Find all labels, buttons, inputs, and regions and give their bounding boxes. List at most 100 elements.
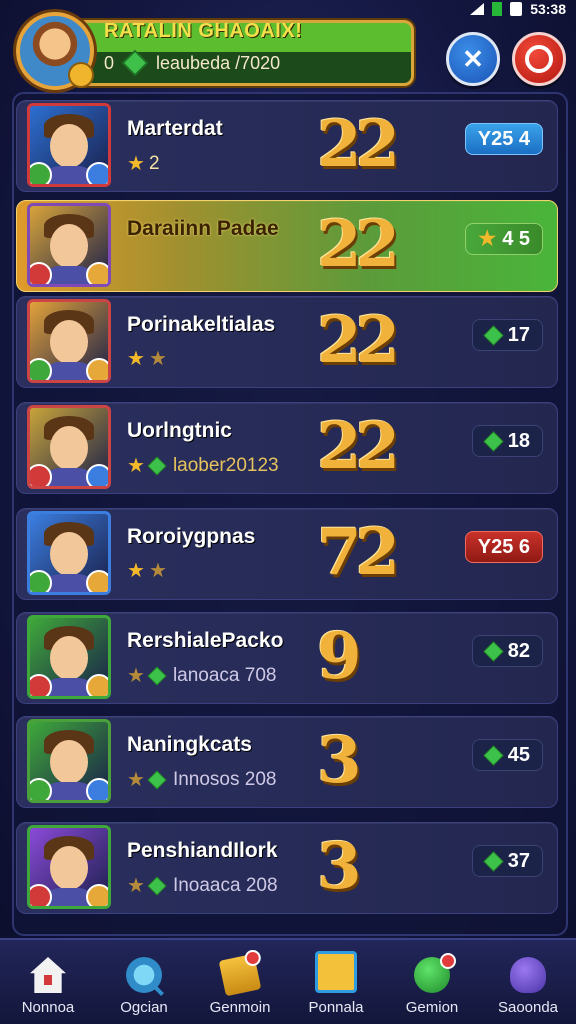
star-icon: ★ [127,875,145,897]
gem-icon [147,456,167,476]
row-score-pill[interactable]: 37 [471,845,543,877]
leaderboard-row[interactable]: Roroiygpnas ★ ★ 72 Y25 6 [16,508,558,600]
row-score-pill[interactable]: 17 [471,319,543,351]
player-portrait[interactable] [27,405,111,489]
player-avatar[interactable] [16,12,94,90]
coin-icon [68,62,94,88]
row-score-pill[interactable]: 18 [471,425,543,457]
row-score-pill[interactable]: 45 [471,739,543,771]
row-meta-text: Innosos 208 [172,769,277,790]
gem-icon [483,640,504,662]
leaderboard-row[interactable]: Daraiinn Padae 22 ★ 4 5 [16,200,558,292]
row-player-name: Uorlngtnic [127,419,232,442]
player-portrait[interactable] [27,615,111,699]
portrait-face [50,846,88,890]
portrait-face [50,740,88,784]
header-count: 0 [104,52,115,73]
nav-label: Ponnala [308,999,364,1016]
gem-icon [483,850,504,872]
element-badge-icon [86,674,108,696]
row-score: 4 5 [502,227,530,250]
element-badge-icon [86,262,108,284]
nav-item-gemion[interactable]: Gemion [384,940,480,1024]
close-button[interactable]: ✕ [446,32,500,86]
notification-dot [440,953,456,969]
portrait-icon [315,951,357,993]
chest-icon [218,948,263,997]
row-score-pill[interactable]: Y25 6 [464,531,543,563]
row-player-name: Porinakeltialas [127,313,276,336]
nav-item-saoonda[interactable]: Saoonda [480,940,576,1024]
row-score-pill[interactable]: ★ 4 5 [465,223,543,255]
row-rank: 22 [317,107,400,182]
gem-icon [147,666,167,686]
leaderboard-row[interactable]: Uorlngtnic ★ laober20123 22 18 [16,402,558,494]
row-score: 45 [507,743,530,766]
nav-item-genmoin[interactable]: Genmoin [192,940,288,1024]
class-badge-icon [30,262,52,284]
leaderboard-row[interactable]: Naningkcats ★ Innosos 208 3 45 [16,716,558,808]
header-title: RATALIN GHAOAIX! [104,20,303,42]
gem-icon [483,430,504,452]
header-subtitle: leaubeda /7020 [156,52,281,73]
row-rank: 22 [317,409,400,484]
row-meta: ★ ★ [127,349,167,369]
row-score-pill[interactable]: 82 [471,635,543,667]
gem-icon [483,744,504,766]
gem-icon [147,770,167,790]
row-star-count: 2 [148,153,160,174]
portrait-face [50,426,88,470]
row-score: Y25 6 [477,535,530,558]
row-meta: ★ Innosos 208 [127,769,276,791]
star-icon: ★ [148,348,167,370]
player-portrait[interactable] [27,203,111,287]
row-rank: 72 [317,515,400,590]
portrait-face [50,532,88,576]
class-badge-icon [30,162,52,184]
nav-item-ogcian[interactable]: Ogcian [96,940,192,1024]
leaderboard-row[interactable]: RershialePacko ★ lanoaca 708 9 82 [16,612,558,704]
header-subtitle-row: 0 leaubeda /7020 [104,49,281,77]
element-badge-icon [86,464,108,486]
star-icon: ★ [478,228,497,250]
home-icon [30,957,66,993]
row-score-pill[interactable]: Y25 4 [464,123,543,155]
notification-dot [56,957,66,969]
element-badge-icon [86,884,108,906]
social-icon [510,957,546,993]
row-rank: 22 [317,303,400,378]
star-icon: ★ [127,769,145,791]
notification-button[interactable] [512,32,566,86]
row-score: 82 [507,639,530,662]
row-player-name: Marterdat [127,117,223,140]
status-time: 53:38 [530,1,566,17]
nav-item-nonnoa[interactable]: Nonnoa [0,940,96,1024]
nav-item-ponnala[interactable]: Ponnala [288,940,384,1024]
notification-icon [525,45,553,73]
search-icon [126,957,162,993]
player-portrait[interactable] [27,511,111,595]
player-portrait[interactable] [27,299,111,383]
portrait-face [50,224,88,268]
star-icon: ★ [127,455,145,477]
leaderboard-row[interactable]: Porinakeltialas ★ ★ 22 17 [16,296,558,388]
row-meta: ★ lanoaca 708 [127,665,276,687]
player-portrait[interactable] [27,825,111,909]
row-score: Y25 4 [477,127,530,150]
status-bar: 53:38 [470,0,566,18]
battery-icon [510,2,523,16]
player-portrait[interactable] [27,103,111,187]
row-score: 17 [507,323,530,346]
row-player-name: Daraiinn Padae [127,217,279,240]
signal-icon [470,3,485,15]
nav-label: Nonnoa [21,999,75,1016]
class-badge-icon [30,570,52,592]
leaderboard-row[interactable]: PenshiandIlork ★ Inoaaca 208 3 37 [16,822,558,914]
class-badge-icon [30,884,52,906]
leaderboard-row[interactable]: Marterdat ★ 2 22 Y25 4 [16,100,558,192]
gem-icon [414,953,456,993]
battery-charge-icon [492,2,503,16]
row-meta-text: laober20123 [172,455,279,476]
notification-dot [243,948,263,968]
player-portrait[interactable] [27,719,111,803]
